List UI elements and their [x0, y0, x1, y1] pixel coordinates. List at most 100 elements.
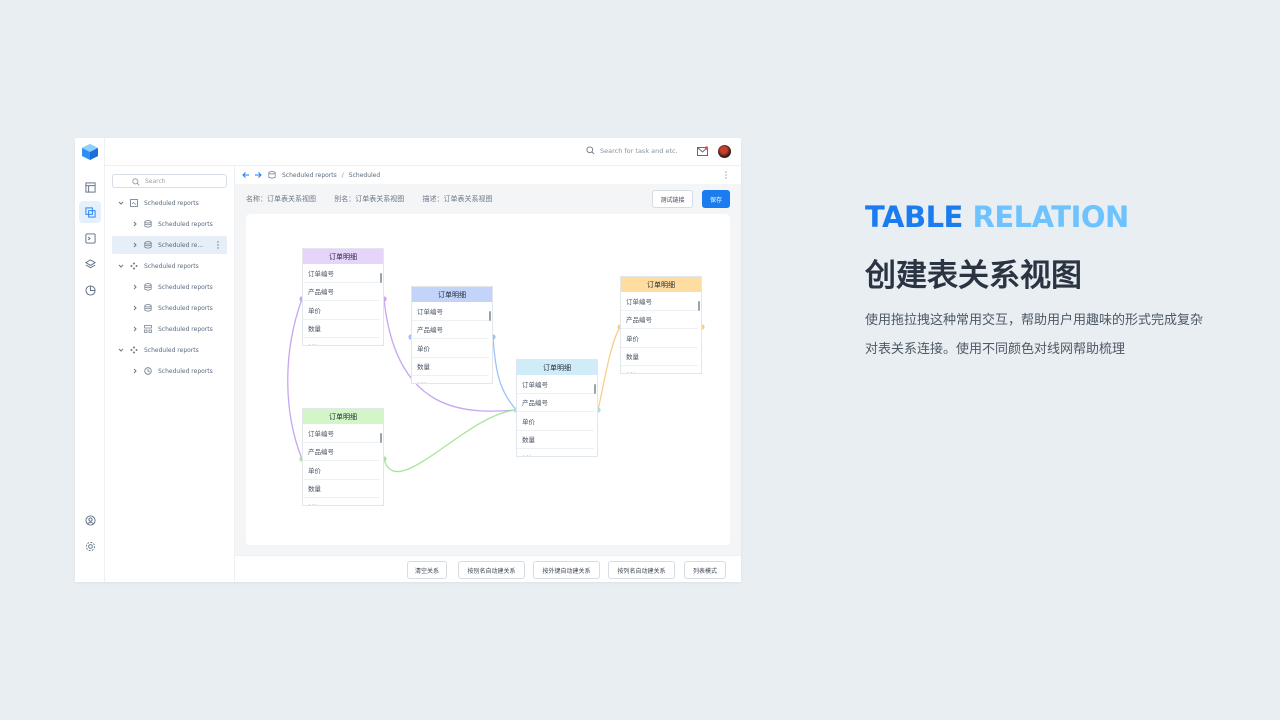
table-card-scrollbar[interactable] [380, 433, 382, 443]
table-field[interactable]: 产品编号 [621, 311, 698, 329]
tree-item[interactable]: Scheduled reports [118, 257, 228, 275]
more-icon[interactable] [725, 171, 727, 179]
tree-item[interactable]: Scheduled reports [132, 320, 228, 338]
database-icon [144, 241, 152, 249]
chevron-right-icon [133, 284, 137, 290]
relation-nav-button[interactable] [79, 201, 101, 223]
table-field[interactable]: 单价 [517, 412, 594, 431]
table-field[interactable]: 订单编号 [412, 302, 489, 321]
tree-item-label: Scheduled reports [158, 367, 213, 375]
save-button[interactable]: 保存 [702, 190, 730, 208]
auto-relate-by-alias-button[interactable]: 按别名自动建关系 [458, 561, 525, 579]
database-icon [144, 283, 152, 291]
tree-item[interactable]: Scheduled reports [132, 278, 228, 296]
table-field[interactable]: 产品编号 [517, 394, 594, 412]
table-field[interactable]: 单价 [303, 301, 380, 320]
table-field[interactable]: 单价 [303, 461, 380, 480]
layers-nav-button[interactable] [79, 253, 101, 275]
table-field[interactable]: 产品编号 [303, 283, 380, 301]
breadcrumb-item[interactable]: Scheduled reports [282, 172, 337, 179]
table-field[interactable]: 折扣 [517, 449, 594, 456]
auto-relate-by-foreign-key-button[interactable]: 按外键自动建关系 [533, 561, 600, 579]
chevron-right-icon [133, 368, 137, 374]
global-search[interactable]: Search for task and etc. [586, 146, 678, 155]
link-green[interactable] [383, 409, 517, 473]
top-bar: Search for task and etc. [105, 138, 741, 166]
breadcrumb: Scheduled reports / Scheduled [235, 166, 741, 184]
table-field[interactable]: 数量 [303, 480, 380, 498]
table-card-scrollbar[interactable] [489, 311, 491, 321]
table-card[interactable]: 订单明细 订单编号 产品编号 单价 数量 折扣 [411, 286, 493, 384]
link-blue[interactable] [492, 336, 517, 411]
settings-nav-button[interactable] [79, 535, 101, 557]
chevron-down-icon [118, 201, 124, 205]
meta-name: 名称：订单表关系视图 [246, 195, 316, 203]
tree-item[interactable]: Scheduled reports [132, 362, 228, 380]
test-connection-button[interactable]: 测试链接 [652, 190, 693, 208]
table-card[interactable]: 订单明细 订单编号 产品编号 单价 数量 折扣 [302, 248, 384, 346]
tree-search-input[interactable]: Search [112, 174, 227, 188]
table-card[interactable]: 订单明细 订单编号 产品编号 单价 数量 折扣 [620, 276, 702, 374]
table-card[interactable]: 订单明细 订单编号 产品编号 单价 数量 折扣 [516, 359, 598, 457]
clear-relations-button[interactable]: 清空关系 [407, 561, 447, 579]
table-card[interactable]: 订单明细 订单编号 产品编号 单价 数量 折扣 [302, 408, 384, 506]
link-orange[interactable] [597, 326, 621, 411]
tree-item-label: Scheduled reports [158, 325, 213, 333]
table-field[interactable]: 数量 [303, 320, 380, 338]
terminal-nav-button[interactable] [79, 227, 101, 249]
table-field[interactable]: 折扣 [303, 338, 380, 345]
tree-item[interactable]: Scheduled reports [118, 194, 228, 212]
table-field[interactable]: 单价 [621, 329, 698, 348]
table-card-scrollbar[interactable] [594, 384, 596, 394]
chevron-right-icon [133, 326, 137, 332]
chart-nav-button[interactable] [79, 279, 101, 301]
table-field[interactable]: 订单编号 [517, 375, 594, 394]
table-field[interactable]: 折扣 [412, 376, 489, 383]
breadcrumb-item-current: Scheduled [348, 171, 381, 179]
avatar[interactable] [718, 145, 731, 158]
table-field[interactable]: 数量 [517, 431, 594, 449]
view-meta: 名称：订单表关系视图 别名：订单表关系视图 描述：订单表关系视图 [246, 194, 508, 204]
table-field[interactable]: 折扣 [621, 366, 698, 373]
link-purple-a[interactable] [287, 298, 303, 460]
promo-title-en-a: TABLE [865, 200, 963, 234]
layout-nav-button[interactable] [79, 176, 101, 198]
pie-chart-icon [84, 284, 96, 296]
list-mode-button[interactable]: 列表模式 [684, 561, 726, 579]
table-field[interactable]: 产品编号 [303, 443, 380, 461]
relation-canvas[interactable]: 订单明细 订单编号 产品编号 单价 数量 折扣 订单明细 订单编号 产品编号 单… [246, 214, 730, 545]
database-icon [268, 171, 276, 179]
forward-arrow-icon[interactable] [254, 171, 262, 179]
database-icon [144, 304, 152, 312]
logo-icon [82, 144, 98, 160]
table-field[interactable]: 数量 [412, 358, 489, 376]
more-icon[interactable] [217, 241, 219, 249]
meta-desc: 描述：订单表关系视图 [422, 195, 493, 203]
user-nav-button[interactable] [79, 509, 101, 531]
tree-panel: Search Scheduled reports Scheduled repor… [105, 166, 235, 582]
back-arrow-icon[interactable] [242, 171, 250, 179]
promo-desc-line: 使用拖拉拽这种常用交互，帮助用户用趣味的形式完成复杂 [865, 313, 1204, 328]
tree-item-label: Scheduled reports [158, 220, 213, 228]
meta-alias: 别名：订单表关系视图 [334, 195, 405, 203]
tree-item[interactable]: Scheduled reports [118, 341, 228, 359]
tree-item[interactable]: Scheduled reports [132, 215, 228, 233]
tree-item[interactable]: Scheduled reports [132, 299, 228, 317]
table-field[interactable]: 产品编号 [412, 321, 489, 339]
report-icon [130, 199, 138, 207]
table-field[interactable]: 折扣 [303, 498, 380, 505]
table-card-scrollbar[interactable] [698, 301, 700, 311]
chevron-right-icon [133, 242, 137, 248]
table-field[interactable]: 订单编号 [303, 264, 380, 283]
table-field[interactable]: 订单编号 [621, 292, 698, 311]
table-field[interactable]: 数量 [621, 348, 698, 366]
mail-icon[interactable] [697, 146, 708, 157]
table-card-title: 订单明细 [517, 360, 597, 375]
table-field[interactable]: 订单编号 [303, 424, 380, 443]
promo-title-en-b: RELATION [972, 200, 1129, 234]
auto-relate-by-column-button[interactable]: 按列名自动建关系 [608, 561, 675, 579]
table-field[interactable]: 单价 [412, 339, 489, 358]
tree-item-selected[interactable]: Scheduled re... [112, 236, 227, 254]
icon-rail [75, 138, 105, 582]
table-card-scrollbar[interactable] [380, 273, 382, 283]
